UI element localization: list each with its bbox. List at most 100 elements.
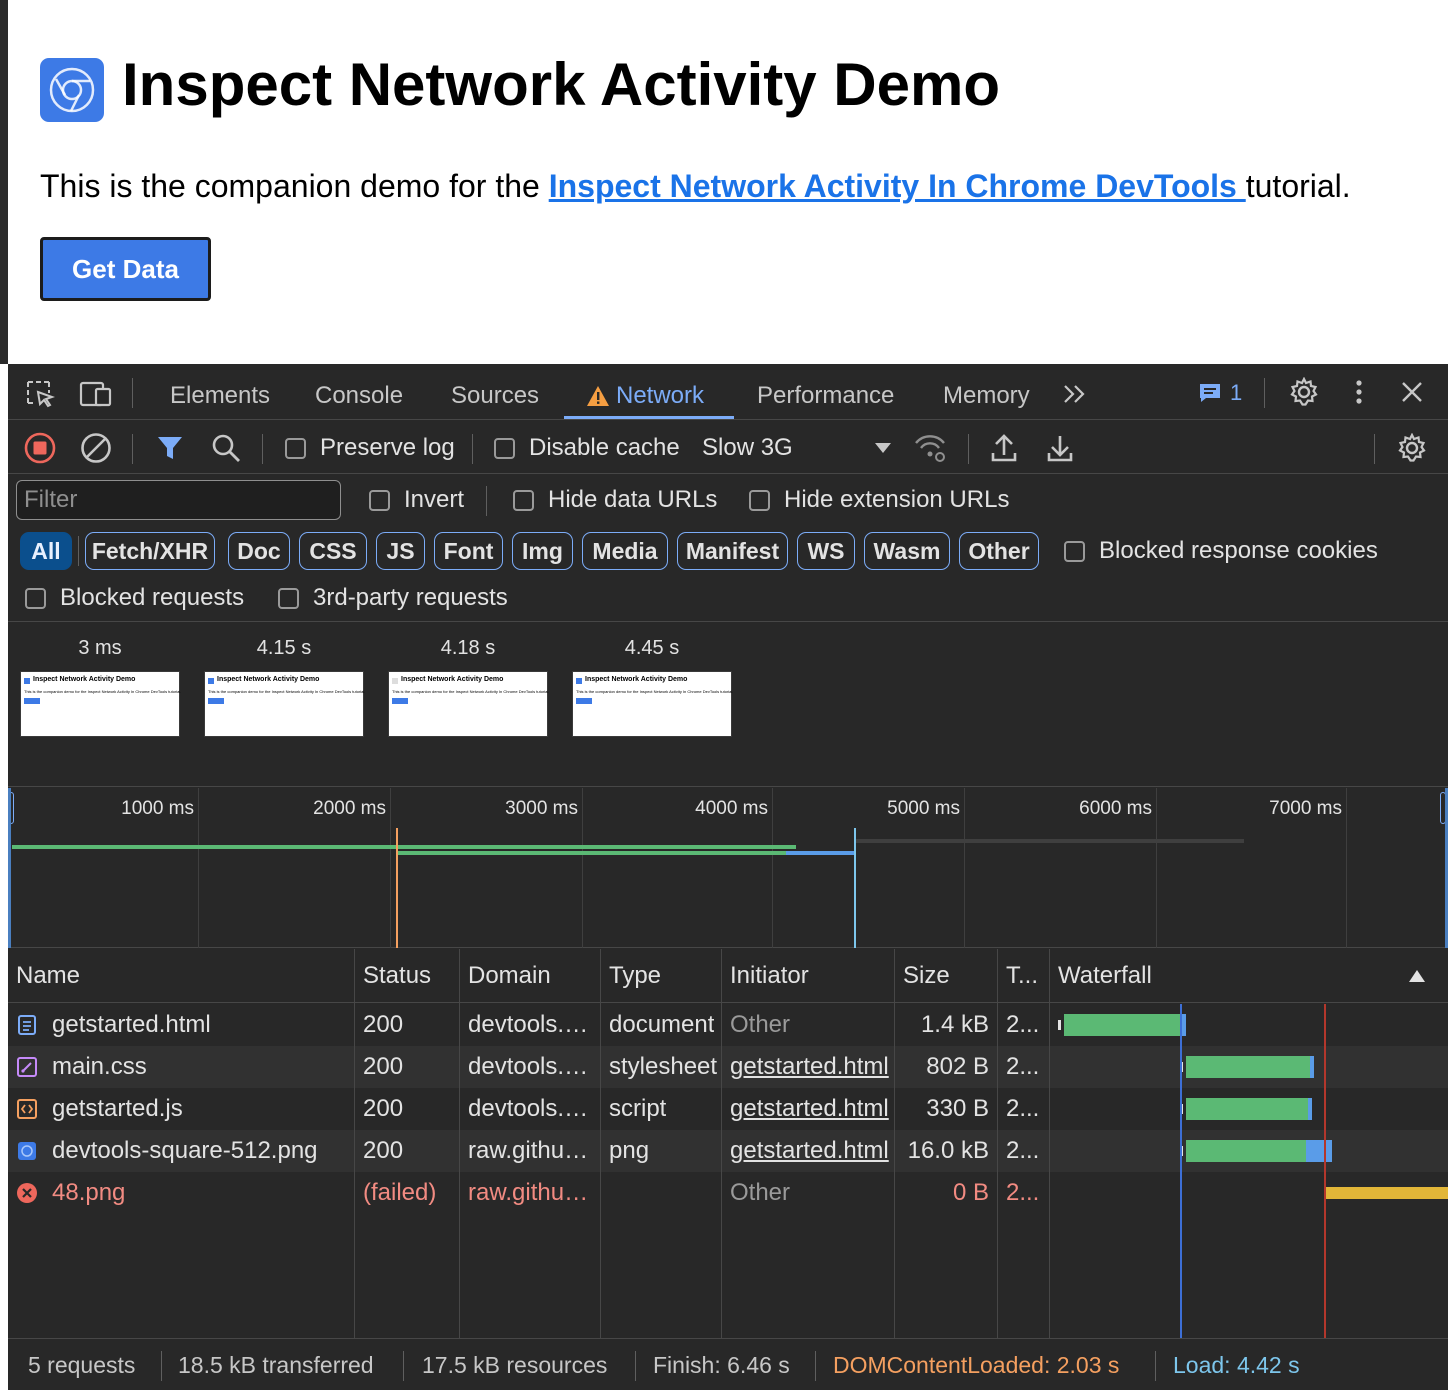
request-initiator-link[interactable]: getstarted.html	[730, 1137, 889, 1165]
type-filter-fetch-xhr[interactable]: Fetch/XHR	[85, 532, 215, 570]
waterfall-load-marker	[1324, 1004, 1326, 1338]
filter-input[interactable]	[16, 480, 341, 520]
hide-extension-urls-checkbox[interactable]: Hide extension URLs	[749, 484, 1009, 516]
network-status-bar: 5 requests 18.5 kB transferred 17.5 kB r…	[8, 1338, 1448, 1390]
request-size: 1.4 kB	[920, 1011, 989, 1038]
column-header-initiator[interactable]: Initiator	[722, 949, 894, 1003]
warning-icon	[587, 386, 609, 406]
screenshot-thumbnail[interactable]: Inspect Network Activity Demo This is th…	[572, 671, 733, 737]
type-filter-img[interactable]: Img	[512, 532, 573, 570]
overview-tick-label: 7000 ms	[1269, 798, 1342, 819]
preserve-log-checkbox[interactable]: Preserve log	[285, 432, 455, 464]
waterfall-download-bar	[1064, 1014, 1180, 1036]
blocked-response-cookies-checkbox[interactable]: Blocked response cookies	[1064, 534, 1378, 568]
close-icon[interactable]	[1394, 374, 1430, 410]
hide-extension-urls-label: Hide extension URLs	[784, 486, 1010, 513]
request-domain: devtools.glitch.me	[468, 1095, 600, 1122]
sort-ascending-icon[interactable]	[1408, 969, 1426, 983]
checkbox-box	[749, 489, 770, 511]
export-har-icon[interactable]	[1042, 430, 1078, 466]
thumb-logo-icon	[24, 678, 30, 684]
grid-line	[198, 788, 199, 948]
request-initiator-link[interactable]: getstarted.html	[730, 1053, 889, 1081]
type-filter-wasm[interactable]: Wasm	[864, 532, 950, 570]
search-icon[interactable]	[208, 430, 244, 466]
issues-count: 1	[1230, 380, 1243, 405]
column-header-status[interactable]: Status	[355, 949, 459, 1003]
type-filter-css[interactable]: CSS	[299, 532, 367, 570]
type-filter-doc[interactable]: Doc	[228, 532, 290, 570]
checkbox-box	[369, 489, 390, 511]
screenshot-time: 4.45 s	[624, 637, 680, 659]
thumb-logo-icon	[392, 678, 398, 684]
column-header-name[interactable]: Name	[8, 949, 354, 1003]
overview-request-bar	[786, 851, 854, 855]
thumb-text: This is the companion demo for the Inspe…	[208, 689, 366, 694]
tab-network[interactable]: Network	[586, 374, 704, 418]
devtools-logo-icon	[40, 58, 104, 122]
type-filter-all[interactable]: All	[20, 532, 72, 570]
waterfall-download-bar	[1186, 1056, 1310, 1078]
get-data-button[interactable]: Get Data	[40, 237, 211, 301]
thumb-button	[392, 698, 408, 704]
third-party-requests-checkbox[interactable]: 3rd-party requests	[278, 582, 508, 614]
type-filter-other[interactable]: Other	[959, 532, 1039, 570]
screenshot-thumbnail[interactable]: Inspect Network Activity Demo This is th…	[388, 671, 549, 737]
device-toolbar-icon[interactable]	[76, 376, 116, 412]
column-header-time[interactable]: T...	[998, 949, 1050, 1003]
more-tabs-icon[interactable]	[1060, 376, 1090, 412]
separator	[815, 1351, 816, 1381]
screenshot-thumbnail[interactable]: Inspect Network Activity Demo This is th…	[204, 671, 366, 737]
throttling-value: Slow 3G	[702, 434, 793, 461]
throttling-select[interactable]: Slow 3G	[702, 432, 892, 464]
network-settings-gear-icon[interactable]	[1394, 430, 1430, 466]
tab-console[interactable]: Console	[315, 374, 403, 418]
column-header-type[interactable]: Type	[601, 949, 721, 1003]
import-har-icon[interactable]	[986, 430, 1022, 466]
type-filter-font[interactable]: Font	[434, 532, 503, 570]
filter-funnel-icon[interactable]	[154, 430, 186, 466]
tab-memory[interactable]: Memory	[943, 374, 1030, 418]
tutorial-link[interactable]: Inspect Network Activity In Chrome DevTo…	[549, 168, 1246, 204]
network-conditions-icon[interactable]	[912, 430, 948, 466]
tab-performance[interactable]: Performance	[757, 374, 894, 418]
table-row[interactable]: devtools-square-512.png 200 raw.githubus…	[8, 1130, 1448, 1172]
thumb-button	[576, 698, 592, 704]
tab-sources[interactable]: Sources	[451, 374, 539, 418]
inspect-element-icon[interactable]	[22, 376, 58, 412]
column-header-waterfall[interactable]: Waterfall	[1050, 949, 1400, 1003]
thumb-logo-icon	[576, 678, 582, 684]
table-row[interactable]: getstarted.html 200 devtools.glitch.me d…	[8, 1004, 1448, 1046]
more-options-icon[interactable]	[1344, 374, 1374, 410]
hide-data-urls-checkbox[interactable]: Hide data URLs	[513, 484, 717, 516]
table-row[interactable]: getstarted.js 200 devtools.glitch.me scr…	[8, 1088, 1448, 1130]
checkbox-box	[1064, 540, 1085, 562]
type-filter-js[interactable]: JS	[376, 532, 425, 570]
invert-checkbox[interactable]: Invert	[369, 484, 464, 516]
request-initiator-link[interactable]: getstarted.html	[730, 1095, 889, 1123]
column-header-size[interactable]: Size	[895, 949, 997, 1003]
issues-counter[interactable]: 1	[1198, 380, 1242, 406]
blocked-requests-checkbox[interactable]: Blocked requests	[25, 582, 244, 614]
table-row[interactable]: 48.png (failed) raw.githubusercontent.co…	[8, 1172, 1448, 1214]
request-size: 16.0 kB	[907, 1137, 989, 1164]
type-filter-media[interactable]: Media	[582, 532, 668, 570]
clear-icon[interactable]	[78, 430, 114, 466]
record-stop-icon[interactable]	[22, 430, 58, 466]
overview-tick-label: 5000 ms	[887, 798, 960, 819]
table-row[interactable]: main.css 200 devtools.glitch.me styleshe…	[8, 1046, 1448, 1088]
tab-elements[interactable]: Elements	[170, 374, 270, 418]
document-icon	[18, 1015, 36, 1035]
request-type: document	[609, 1011, 715, 1038]
column-header-domain[interactable]: Domain	[460, 949, 600, 1003]
screenshot-thumbnail[interactable]: Inspect Network Activity Demo This is th…	[20, 671, 181, 737]
type-filter-ws[interactable]: WS	[797, 532, 855, 570]
grid-line	[582, 788, 583, 948]
request-status: 200	[363, 1095, 404, 1122]
disable-cache-checkbox[interactable]: Disable cache	[494, 432, 680, 464]
request-initiator: Other	[730, 1011, 791, 1038]
settings-gear-icon[interactable]	[1286, 374, 1322, 410]
type-filter-manifest[interactable]: Manifest	[677, 532, 788, 570]
request-domain: devtools.glitch.me	[468, 1011, 600, 1038]
tab-network-label: Network	[616, 382, 705, 409]
